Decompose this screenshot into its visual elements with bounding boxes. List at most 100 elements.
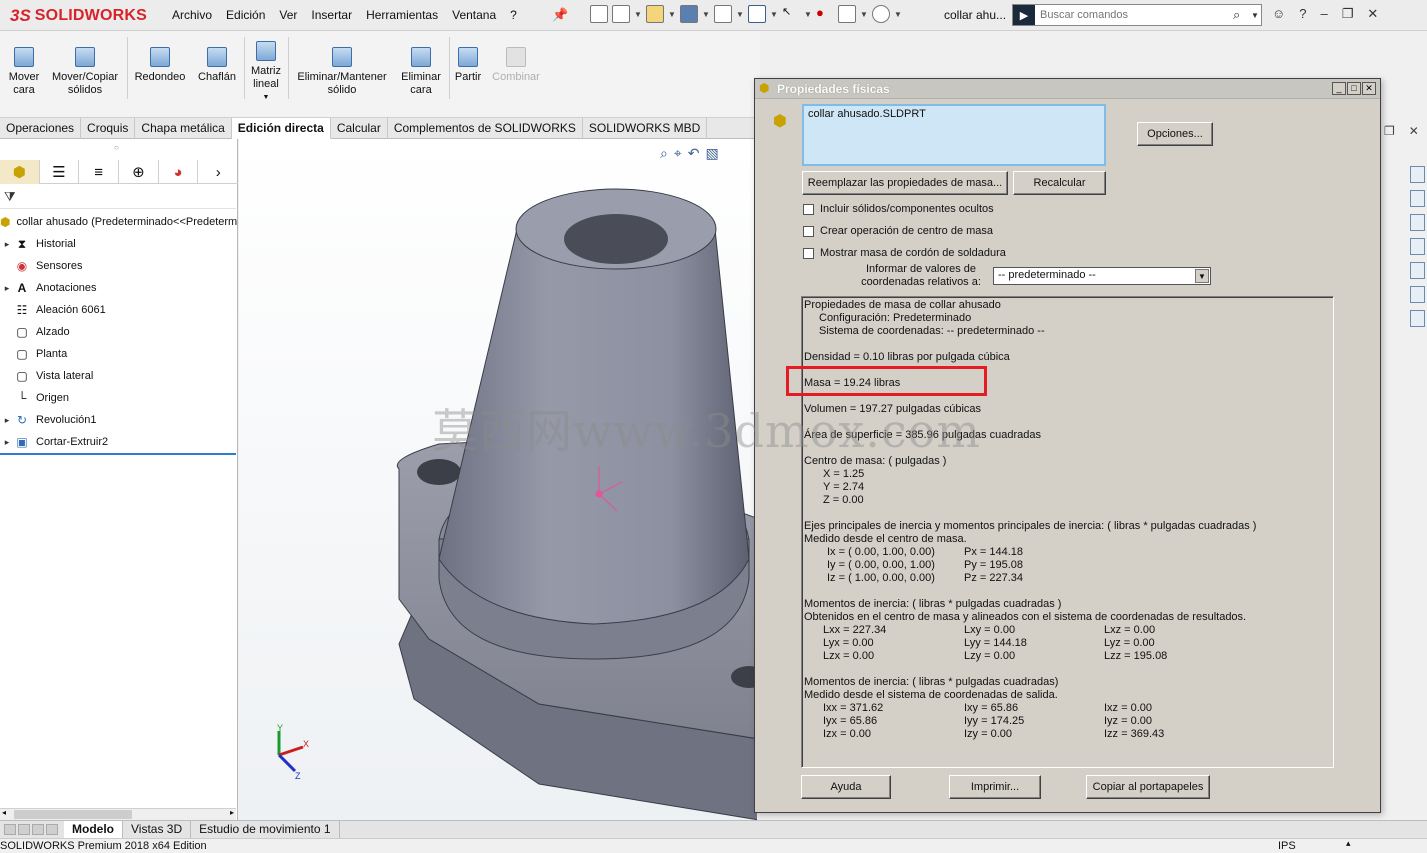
tab-estudio-movimiento[interactable]: Estudio de movimiento 1 bbox=[191, 821, 340, 838]
menu-archivo[interactable]: Archivo bbox=[172, 8, 212, 22]
view-triad[interactable]: Y X Z bbox=[267, 723, 317, 783]
dimxpert-tab[interactable]: ⊕ bbox=[119, 160, 159, 184]
tree-item-historial[interactable]: ▸ ⧗ Historial bbox=[0, 233, 76, 255]
show-weld-bead-mass-checkbox[interactable]: Mostrar masa de cordón de soldadura bbox=[803, 247, 1006, 259]
chevron-down-icon[interactable]: ▼ bbox=[1195, 269, 1209, 283]
chevron-down-icon[interactable]: ▼ bbox=[702, 10, 710, 19]
recalculate-button[interactable]: Recalcular bbox=[1013, 171, 1106, 195]
help-button[interactable]: Ayuda bbox=[801, 775, 891, 799]
create-center-of-mass-checkbox[interactable]: Crear operación de centro de masa bbox=[803, 225, 993, 237]
expand-arrow-icon[interactable]: ▸ bbox=[0, 239, 14, 250]
zoom-to-fit-icon[interactable]: ⌕ bbox=[660, 145, 668, 162]
selected-item[interactable]: collar ahusado.SLDPRT bbox=[808, 108, 926, 120]
solidworks-resources-icon[interactable] bbox=[1410, 166, 1425, 183]
dialog-title-bar[interactable]: Propiedades físicas bbox=[755, 79, 1380, 99]
solidworks-logo[interactable]: 3S SOLIDWORKS bbox=[10, 5, 147, 27]
forum-icon[interactable] bbox=[1410, 310, 1425, 327]
chevron-down-icon[interactable]: ▼ bbox=[1251, 11, 1261, 20]
display-manager-tab[interactable]: ◕ bbox=[159, 160, 199, 184]
scroll-right-icon[interactable]: ▸ bbox=[230, 808, 234, 817]
delete-face-button[interactable]: Eliminar cara bbox=[398, 47, 444, 97]
file-explorer-icon[interactable] bbox=[1410, 214, 1425, 231]
menu-herramientas[interactable]: Herramientas bbox=[366, 8, 438, 22]
search-scope-icon[interactable]: ▶ bbox=[1013, 5, 1035, 25]
chevron-down-icon[interactable]: ▼ bbox=[804, 10, 812, 19]
options-gear-icon[interactable] bbox=[872, 5, 890, 23]
tree-item-planta[interactable]: ▢ Planta bbox=[0, 343, 67, 365]
menu-edicion[interactable]: Edición bbox=[226, 8, 265, 22]
menu-ver[interactable]: Ver bbox=[279, 8, 297, 22]
help-icon[interactable]: ? bbox=[1299, 6, 1306, 22]
chevron-down-icon[interactable]: ▼ bbox=[634, 10, 642, 19]
delete-keep-body-button[interactable]: Eliminar/Mantener sólido bbox=[294, 47, 390, 97]
chevron-down-icon[interactable]: ▼ bbox=[736, 10, 744, 19]
minimize-icon[interactable]: _ bbox=[1332, 82, 1346, 95]
home-icon[interactable] bbox=[590, 5, 608, 23]
tab-vistas-3d[interactable]: Vistas 3D bbox=[123, 821, 192, 838]
part-model[interactable] bbox=[239, 139, 757, 820]
first-tab-icon[interactable] bbox=[4, 824, 16, 835]
move-face-button[interactable]: Mover cara bbox=[6, 47, 42, 97]
next-tab-icon[interactable] bbox=[32, 824, 44, 835]
pin-icon[interactable]: 📌 bbox=[552, 7, 568, 23]
chevron-down-icon[interactable]: ▼ bbox=[668, 10, 676, 19]
select-cursor-icon[interactable]: ↖ bbox=[782, 5, 800, 23]
restore-icon[interactable]: ❐ bbox=[1342, 6, 1354, 22]
checkbox-box[interactable] bbox=[803, 203, 814, 215]
override-mass-properties-button[interactable]: Reemplazar las propiedades de masa... bbox=[802, 171, 1008, 195]
expand-arrow-icon[interactable]: ▸ bbox=[0, 437, 14, 448]
coordinate-system-select[interactable]: -- predeterminado -- ▼ bbox=[993, 267, 1211, 285]
custom-properties-icon[interactable] bbox=[1410, 286, 1425, 303]
linear-pattern-button[interactable]: Matriz lineal ▼ bbox=[248, 41, 284, 104]
tree-item-alzado[interactable]: ▢ Alzado bbox=[0, 321, 69, 343]
combine-button[interactable]: Combinar bbox=[488, 47, 544, 84]
chamfer-button[interactable]: Chaflán bbox=[196, 47, 238, 84]
close-icon[interactable]: ✕ bbox=[1409, 124, 1419, 138]
tree-item-revolucion1[interactable]: ▸ ↻ Revolución1 bbox=[0, 409, 97, 431]
section-view-icon[interactable]: ▧ bbox=[705, 145, 718, 162]
rebuild-traffic-light-icon[interactable]: ● bbox=[816, 5, 834, 23]
save-icon[interactable] bbox=[680, 5, 698, 23]
expand-arrow-icon[interactable]: ▸ bbox=[0, 415, 14, 426]
tree-item-anotaciones[interactable]: ▸ A Anotaciones bbox=[0, 277, 97, 299]
tree-item-cortar-extruir2[interactable]: ▸ ▣ Cortar-Extruir2 bbox=[0, 431, 108, 453]
print-icon[interactable] bbox=[714, 5, 732, 23]
command-search[interactable]: ▶ ⌕ ▼ bbox=[1012, 4, 1262, 26]
close-icon[interactable]: ✕ bbox=[1362, 82, 1376, 95]
search-input[interactable] bbox=[1035, 8, 1233, 22]
previous-tab-icon[interactable] bbox=[18, 824, 30, 835]
horizontal-scrollbar[interactable]: ◂ ▸ bbox=[0, 808, 236, 820]
expand-arrow-icon[interactable]: ▸ bbox=[0, 283, 14, 294]
graphics-area[interactable]: Y X Z bbox=[239, 139, 757, 820]
filter-icon[interactable]: ⧩ bbox=[4, 189, 16, 205]
tab-calcular[interactable]: Calcular bbox=[331, 118, 388, 139]
tab-chapa-metalica[interactable]: Chapa metálica bbox=[135, 118, 232, 139]
tree-item-sensores[interactable]: ◉ Sensores bbox=[0, 255, 83, 277]
user-icon[interactable]: ☺ bbox=[1272, 6, 1285, 22]
options-button[interactable]: Opciones... bbox=[1137, 122, 1213, 146]
view-palette-icon[interactable] bbox=[1410, 238, 1425, 255]
menu-help[interactable]: ? bbox=[510, 8, 517, 22]
checkbox-box[interactable] bbox=[803, 247, 814, 259]
chevron-down-icon[interactable]: ▼ bbox=[860, 10, 868, 19]
print-button[interactable]: Imprimir... bbox=[949, 775, 1041, 799]
chevron-down-icon[interactable]: ▼ bbox=[248, 91, 284, 104]
tab-edicion-directa[interactable]: Edición directa bbox=[231, 118, 331, 139]
tree-filter[interactable]: ⧩ bbox=[0, 187, 236, 209]
include-hidden-bodies-checkbox[interactable]: Incluir sólidos/componentes ocultos bbox=[803, 203, 994, 215]
more-tabs-arrow[interactable]: › bbox=[198, 160, 238, 184]
menu-ventana[interactable]: Ventana bbox=[452, 8, 496, 22]
undo-icon[interactable] bbox=[748, 5, 766, 23]
tab-croquis[interactable]: Croquis bbox=[81, 118, 136, 139]
move-copy-bodies-button[interactable]: Mover/Copiar sólidos bbox=[48, 47, 122, 97]
selected-items-list[interactable]: collar ahusado.SLDPRT bbox=[802, 104, 1106, 166]
chevron-up-icon[interactable]: ▴ bbox=[1346, 838, 1351, 849]
panel-splitter-handle[interactable]: ○ bbox=[114, 143, 119, 152]
chevron-down-icon[interactable]: ▼ bbox=[770, 10, 778, 19]
rollback-bar[interactable] bbox=[0, 453, 236, 455]
split-button[interactable]: Partir bbox=[452, 47, 484, 84]
design-library-icon[interactable] bbox=[1410, 190, 1425, 207]
scroll-left-icon[interactable]: ◂ bbox=[2, 808, 6, 817]
close-icon[interactable]: ✕ bbox=[1367, 6, 1378, 22]
file-properties-icon[interactable] bbox=[838, 5, 856, 23]
